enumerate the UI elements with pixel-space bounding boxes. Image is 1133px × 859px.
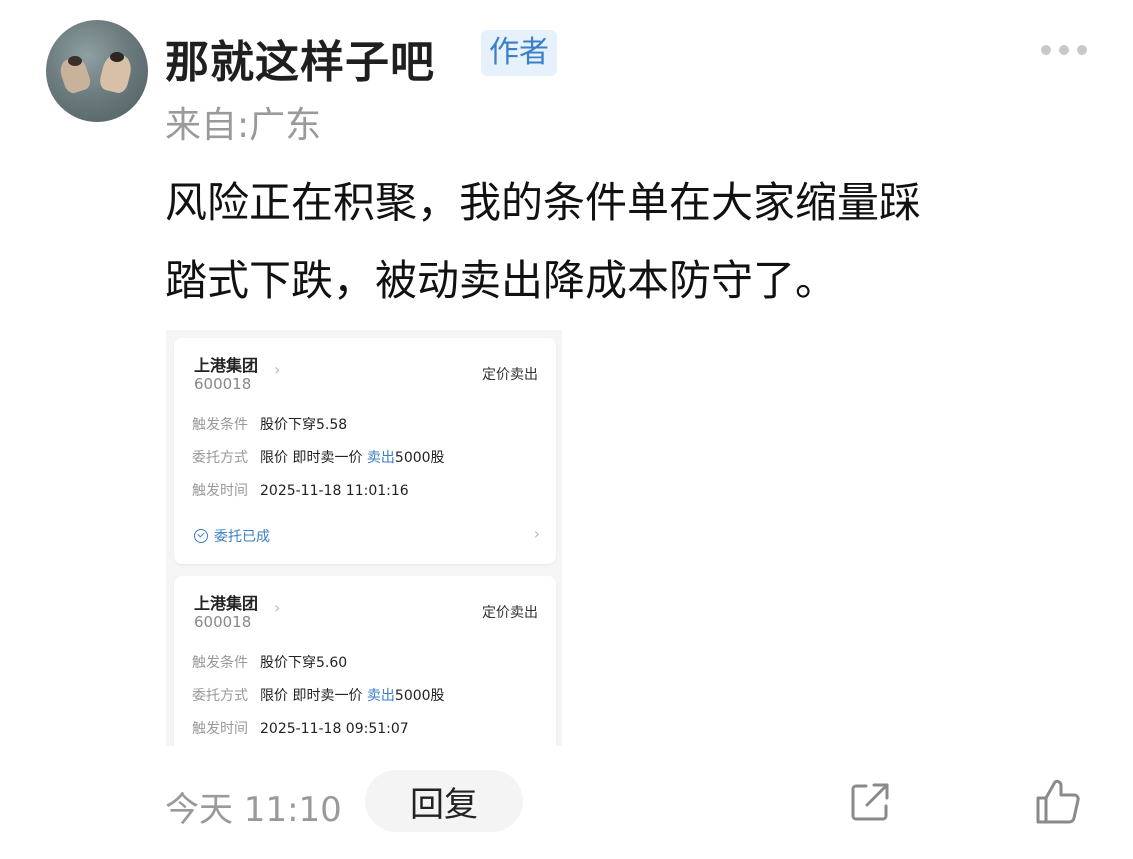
post-time: 今天 11:10 <box>165 790 342 830</box>
trigger-time-label: 触发时间 <box>192 721 248 737</box>
avatar[interactable] <box>46 20 148 122</box>
dot <box>1041 45 1051 55</box>
more-dots-icon[interactable] <box>1041 42 1087 58</box>
reply-button[interactable]: 回复 <box>365 770 523 832</box>
trigger-time-value: 2025-11-18 11:01:16 <box>260 483 409 499</box>
chevron-right-icon: › <box>533 524 540 543</box>
chevron-right-icon: › <box>274 360 281 379</box>
trigger-condition-label: 触发条件 <box>192 417 248 433</box>
order-method-prefix: 限价 即时卖一价 <box>260 450 367 466</box>
order-card[interactable]: 上港集团 600018 › 定价卖出 触发条件 股价下穿5.60 委托方式 限价 即… <box>174 576 556 746</box>
chevron-right-icon: › <box>274 598 281 617</box>
order-type: 定价卖出 <box>482 367 538 383</box>
avatar-figure-head <box>110 52 124 62</box>
trigger-condition-value: 股价下穿5.58 <box>260 417 348 433</box>
author-badge: 作者 <box>481 30 557 76</box>
order-status: 委托已成 <box>194 526 270 546</box>
order-method-label: 委托方式 <box>192 450 248 466</box>
trigger-time-value: 2025-11-18 09:51:07 <box>260 721 409 737</box>
stock-code: 600018 <box>194 613 252 631</box>
stock-name: 上港集团 <box>194 356 259 375</box>
post-text-line: 风险正在积聚，我的条件单在大家缩量踩 <box>165 178 922 227</box>
share-icon[interactable] <box>848 780 892 824</box>
location-label: 来自:广东 <box>165 105 322 146</box>
thumbs-up-icon[interactable] <box>1034 778 1082 826</box>
order-method-prefix: 限价 即时卖一价 <box>260 688 367 704</box>
trigger-time-row: 触发时间 2025-11-18 11:01:16 <box>192 480 409 500</box>
trigger-condition-value: 股价下穿5.60 <box>260 655 348 671</box>
post-text-line: 踏式下跌，被动卖出降成本防守了。 <box>165 256 838 305</box>
order-card[interactable]: 上港集团 600018 › 定价卖出 触发条件 股价下穿5.58 委托方式 限价 即… <box>174 338 556 564</box>
order-method-row: 委托方式 限价 即时卖一价 卖出5000股 <box>192 447 445 467</box>
order-method-qty: 5000股 <box>394 688 445 704</box>
order-method-row: 委托方式 限价 即时卖一价 卖出5000股 <box>192 685 445 705</box>
order-method-action: 卖出 <box>366 688 395 704</box>
avatar-figure-head <box>68 56 82 66</box>
attached-screenshot[interactable]: 上港集团 600018 › 定价卖出 触发条件 股价下穿5.58 委托方式 限价 即… <box>166 330 562 746</box>
trigger-condition-label: 触发条件 <box>192 655 248 671</box>
order-status-text: 委托已成 <box>214 529 270 545</box>
order-type: 定价卖出 <box>482 605 538 621</box>
check-circle-icon <box>194 529 208 543</box>
order-method-action: 卖出 <box>366 450 395 466</box>
trigger-time-label: 触发时间 <box>192 483 248 499</box>
trigger-condition-row: 触发条件 股价下穿5.60 <box>192 652 347 672</box>
order-method-qty: 5000股 <box>394 450 445 466</box>
post-text: 风险正在积聚，我的条件单在大家缩量踩 踏式下跌，被动卖出降成本防守了。 <box>165 164 1085 320</box>
username[interactable]: 那就这样子吧 <box>165 26 435 90</box>
trigger-time-row: 触发时间 2025-11-18 09:51:07 <box>192 718 409 738</box>
trigger-condition-row: 触发条件 股价下穿5.58 <box>192 414 347 434</box>
stock-code: 600018 <box>194 375 252 393</box>
order-method-label: 委托方式 <box>192 688 248 704</box>
stock-name: 上港集团 <box>194 594 259 613</box>
dot <box>1077 45 1087 55</box>
dot <box>1059 45 1069 55</box>
